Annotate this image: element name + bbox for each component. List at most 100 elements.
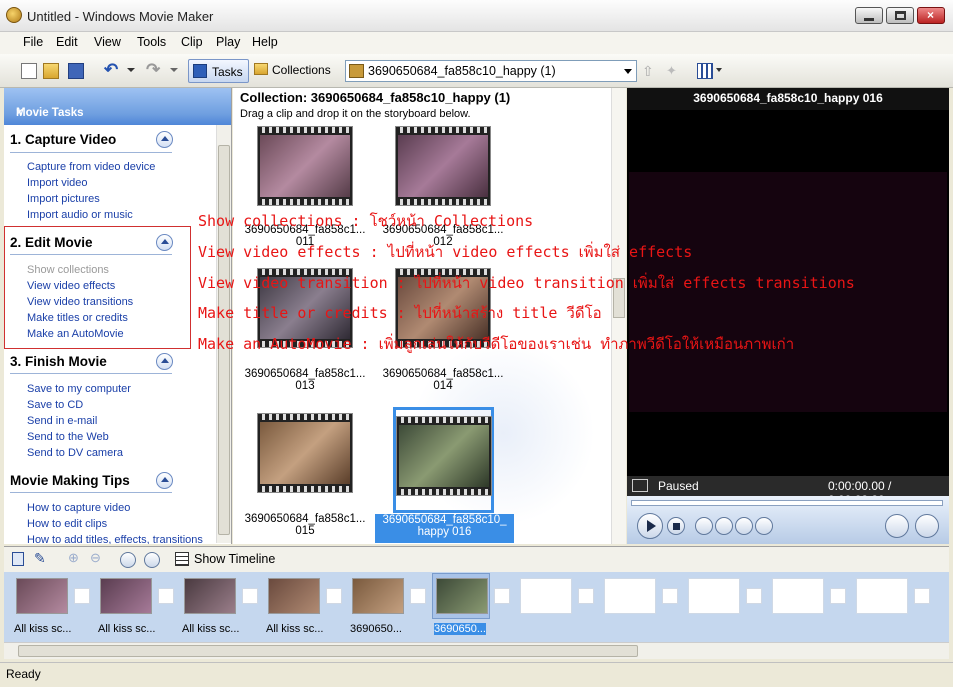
save-project-icon[interactable] xyxy=(68,63,84,79)
clip-label[interactable]: 3690650684_fa858c1... 013 xyxy=(235,368,375,392)
zoom-out-icon[interactable]: ⊖ xyxy=(90,550,101,566)
task-import-audio[interactable]: Import audio or music xyxy=(27,209,133,221)
task-save-to-cd[interactable]: Save to CD xyxy=(27,399,83,411)
undo-icon[interactable]: ↶ xyxy=(104,60,120,79)
storyboard-clip[interactable] xyxy=(436,578,488,614)
up-one-level-icon[interactable]: ⇧ xyxy=(642,63,658,79)
playback-controls xyxy=(627,496,949,544)
transition-slot[interactable] xyxy=(158,588,174,604)
menu-file[interactable]: File xyxy=(23,35,43,49)
storyboard-scrollbar[interactable] xyxy=(4,642,949,659)
menu-tools[interactable]: Tools xyxy=(137,35,166,49)
menu-play[interactable]: Play xyxy=(216,35,240,49)
redo-icon[interactable]: ↷ xyxy=(146,60,162,79)
clip-thumbnail[interactable] xyxy=(257,126,353,206)
transition-slot[interactable] xyxy=(746,588,762,604)
transition-slot[interactable] xyxy=(242,588,258,604)
transition-slot[interactable] xyxy=(914,588,930,604)
storyboard-clip[interactable] xyxy=(184,578,236,614)
task-import-pictures[interactable]: Import pictures xyxy=(27,193,100,205)
section-finish-movie[interactable]: 3. Finish Movie xyxy=(10,354,107,369)
storyboard-icon[interactable] xyxy=(12,552,24,566)
close-button[interactable]: × xyxy=(917,7,945,24)
storyboard-clip[interactable] xyxy=(16,578,68,614)
menu-view[interactable]: View xyxy=(94,35,121,49)
storyboard-clip-label-selected: 3690650... xyxy=(434,623,486,635)
storyboard-clip[interactable] xyxy=(352,578,404,614)
tip-edit-clips[interactable]: How to edit clips xyxy=(27,518,107,530)
transition-slot[interactable] xyxy=(326,588,342,604)
task-import-video[interactable]: Import video xyxy=(27,177,88,189)
minimize-button[interactable] xyxy=(855,7,883,24)
timeline-icon[interactable] xyxy=(175,552,189,566)
empty-slot[interactable] xyxy=(520,578,572,614)
seek-bar[interactable] xyxy=(631,500,943,506)
take-picture-icon[interactable] xyxy=(915,514,939,538)
transition-slot[interactable] xyxy=(494,588,510,604)
tasks-button[interactable]: Tasks xyxy=(188,59,249,83)
play-storyboard-icon[interactable] xyxy=(144,552,160,568)
empty-slot[interactable] xyxy=(604,578,656,614)
tip-add-titles-effects[interactable]: How to add titles, effects, transitions xyxy=(27,534,203,544)
stop-button[interactable] xyxy=(667,517,685,535)
collapse-icon[interactable] xyxy=(156,353,173,370)
maximize-button[interactable] xyxy=(886,7,914,24)
tip-capture-video[interactable]: How to capture video xyxy=(27,502,130,514)
clip-label[interactable]: 3690650684_fa858c1... 015 xyxy=(235,513,375,537)
menu-help[interactable]: Help xyxy=(252,35,278,49)
empty-slot[interactable] xyxy=(688,578,740,614)
clip-thumbnail[interactable] xyxy=(396,416,492,496)
task-save-to-computer[interactable]: Save to my computer xyxy=(27,383,131,395)
transition-slot[interactable] xyxy=(830,588,846,604)
views-dropdown-icon[interactable] xyxy=(716,68,722,72)
transition-slot[interactable] xyxy=(578,588,594,604)
play-button[interactable] xyxy=(637,513,663,539)
views-icon[interactable] xyxy=(697,63,713,79)
section-capture-video[interactable]: 1. Capture Video xyxy=(10,132,116,147)
storyboard-clip[interactable] xyxy=(268,578,320,614)
transition-slot[interactable] xyxy=(74,588,90,604)
empty-slot[interactable] xyxy=(856,578,908,614)
selected-clip[interactable] xyxy=(393,407,494,513)
fullscreen-icon[interactable] xyxy=(632,479,648,492)
next-frame-icon[interactable] xyxy=(755,517,773,535)
section-movie-tips[interactable]: Movie Making Tips xyxy=(10,473,130,488)
menu-clip[interactable]: Clip xyxy=(181,35,203,49)
redo-dropdown-icon[interactable] xyxy=(170,68,178,72)
clip-label-selected[interactable]: 3690650684_fa858c10_ happy 016 xyxy=(375,514,514,543)
zoom-in-icon[interactable]: ⊕ xyxy=(68,550,79,566)
clip-label[interactable]: 3690650684_fa858c1... 014 xyxy=(373,368,513,392)
rewind-icon[interactable] xyxy=(715,517,733,535)
task-send-email[interactable]: Send in e-mail xyxy=(27,415,97,427)
preview-status: Paused xyxy=(658,479,699,493)
task-send-dv-camera[interactable]: Send to DV camera xyxy=(27,447,123,459)
narrate-icon[interactable]: ✎ xyxy=(34,550,46,567)
previous-frame-icon[interactable] xyxy=(695,517,713,535)
close-pane-icon[interactable]: × xyxy=(16,107,23,119)
new-collection-folder-icon[interactable]: ✦ xyxy=(666,63,682,79)
rewind-storyboard-icon[interactable] xyxy=(120,552,136,568)
open-project-icon[interactable] xyxy=(43,63,59,79)
split-clip-icon[interactable] xyxy=(885,514,909,538)
preview-monitor: 3690650684_fa858c10_happy 016 Paused 0:0… xyxy=(627,88,949,544)
collection-icon xyxy=(349,64,364,78)
transition-slot[interactable] xyxy=(662,588,678,604)
transition-slot[interactable] xyxy=(410,588,426,604)
collapse-icon[interactable] xyxy=(156,131,173,148)
highlight-box xyxy=(4,226,191,349)
forward-icon[interactable] xyxy=(735,517,753,535)
clip-thumbnail[interactable] xyxy=(257,413,353,493)
task-send-web[interactable]: Send to the Web xyxy=(27,431,109,443)
menu-edit[interactable]: Edit xyxy=(56,35,78,49)
undo-dropdown-icon[interactable] xyxy=(127,68,135,72)
collection-select[interactable]: 3690650684_fa858c10_happy (1) xyxy=(345,60,637,82)
collapse-icon[interactable] xyxy=(156,472,173,489)
storyboard-clip[interactable] xyxy=(100,578,152,614)
chevron-down-icon xyxy=(624,69,632,74)
show-timeline-button[interactable]: Show Timeline xyxy=(194,552,275,566)
task-capture-from-device[interactable]: Capture from video device xyxy=(27,161,155,173)
new-project-icon[interactable] xyxy=(21,63,37,79)
clip-thumbnail[interactable] xyxy=(395,126,491,206)
collection-scrollbar[interactable] xyxy=(611,88,626,544)
empty-slot[interactable] xyxy=(772,578,824,614)
